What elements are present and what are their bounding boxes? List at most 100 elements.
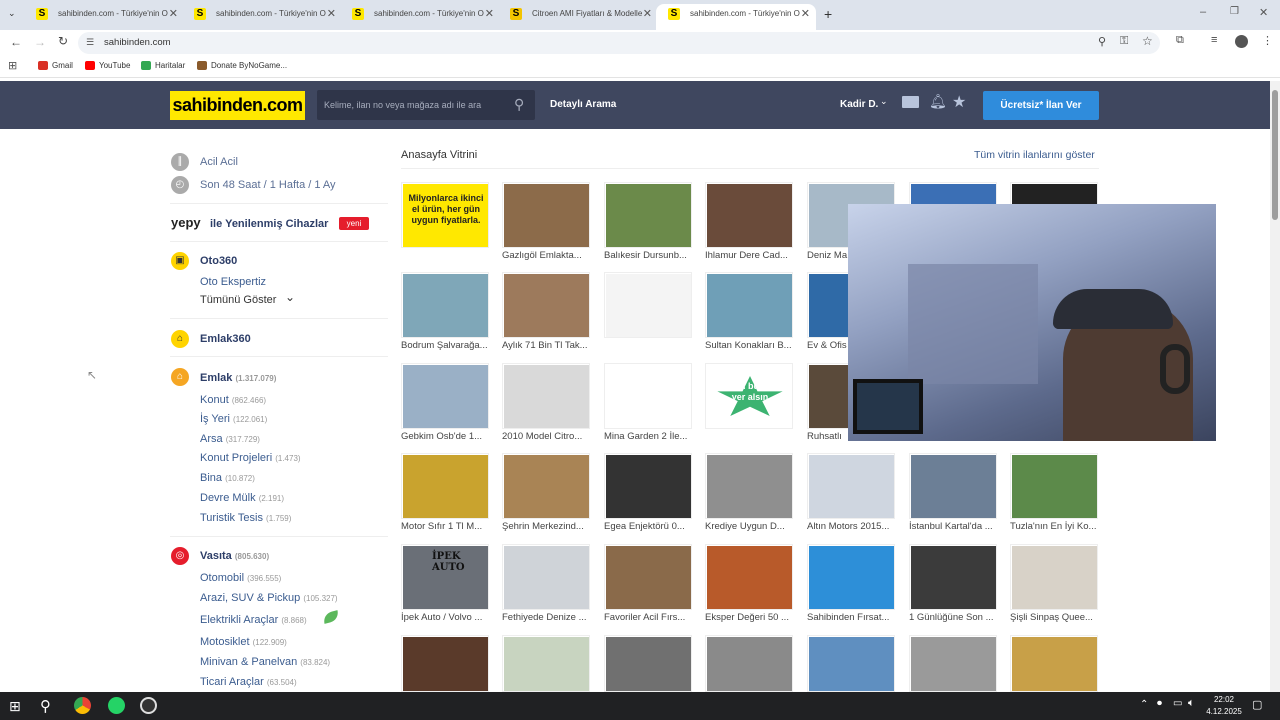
listing-caption[interactable]: Sahibinden Fırsat... [807, 612, 899, 624]
listing-caption[interactable]: Tuzla'nın En İyi Ko... [1010, 521, 1102, 533]
sidebar-item-isyeri[interactable]: İş Yeri (122.061) [200, 412, 267, 427]
listing-caption[interactable]: Şişli Sinpaş Quee... [1010, 612, 1102, 624]
sidebar-recent[interactable]: Son 48 Saat / 1 Hafta / 1 Ay [200, 178, 336, 192]
sidebar-oto360[interactable]: Oto360 [200, 254, 237, 268]
listing-thumbnail[interactable] [807, 453, 895, 519]
listing-caption[interactable]: Bodrum Şalvarağa... [401, 340, 493, 352]
category-vasita[interactable]: Vasıta (805.630) [200, 549, 269, 564]
bookmark-star-icon[interactable]: ☆ [1142, 34, 1153, 48]
browser-tab[interactable]: S sahibinden.com - Türkiye'nin O ✕ [182, 4, 342, 30]
listing-thumbnail[interactable] [502, 544, 590, 610]
listing-thumbnail[interactable] [401, 363, 489, 429]
listing-thumbnail[interactable] [1010, 544, 1098, 610]
close-icon[interactable]: ✕ [327, 4, 336, 24]
profile-avatar[interactable] [1235, 35, 1248, 48]
bookmark-gmail[interactable]: Gmail [38, 60, 73, 72]
listing-caption[interactable]: Ihlamur Dere Cad... [705, 250, 797, 262]
sidebar-item-arsa[interactable]: Arsa (317.729) [200, 432, 260, 447]
chevron-down-icon[interactable]: ⌄ [285, 290, 295, 304]
site-info-icon[interactable]: ☰ [86, 37, 94, 48]
listing-caption[interactable]: Mina Garden 2 İle... [604, 431, 696, 443]
listing-caption[interactable]: İstanbul Kartal'da ... [909, 521, 1001, 533]
apps-grid-icon[interactable]: ⊞ [8, 59, 17, 72]
sidebar-item-otomobil[interactable]: Otomobil (396.555) [200, 571, 281, 586]
menu-icon[interactable]: ⋮ [1262, 34, 1273, 47]
show-all-link[interactable]: Tümünü Göster [200, 293, 276, 307]
password-key-icon[interactable]: ⚿ [1120, 35, 1128, 48]
listing-thumbnail[interactable] [604, 635, 692, 692]
listing-caption[interactable]: Egea Enjektörü 0... [604, 521, 696, 533]
listing-caption[interactable]: Balıkesir Dursunb... [604, 250, 696, 262]
post-ad-button[interactable]: Ücretsiz* İlan Ver [983, 91, 1099, 120]
listing-thumbnail[interactable] [502, 182, 590, 248]
browser-tab[interactable]: S sahibinden.com - Türkiye'nin O ✕ [24, 4, 184, 30]
star-icon[interactable]: ★ [952, 92, 966, 112]
notification-icon[interactable]: ▢ [1252, 698, 1262, 711]
listing-caption[interactable]: 2010 Model Citro... [502, 431, 594, 443]
listing-caption[interactable]: Motor Sıfır 1 Tl M... [401, 521, 493, 533]
close-icon[interactable]: ✕ [485, 4, 494, 24]
listing-caption[interactable]: Fethiyede Denize ... [502, 612, 594, 624]
listing-thumbnail[interactable] [705, 544, 793, 610]
listing-thumbnail[interactable] [604, 363, 692, 429]
microphone-icon[interactable]: ⏺ [1157, 698, 1162, 709]
listing-thumbnail[interactable] [401, 453, 489, 519]
tab-list-icon[interactable]: ≡ [1211, 34, 1217, 46]
listing-thumbnail[interactable] [604, 272, 692, 338]
close-icon[interactable]: ✕ [801, 4, 810, 24]
chevron-down-icon[interactable]: ⌄ [880, 96, 888, 107]
tray-chevron-icon[interactable]: ⌃ [1140, 699, 1148, 710]
sidebar-item-devre-mulk[interactable]: Devre Mülk (2.191) [200, 491, 284, 506]
new-tab-icon[interactable]: + [824, 6, 832, 22]
sidebar-oto-ekspertiz[interactable]: Oto Ekspertiz [200, 275, 266, 289]
listing-caption[interactable]: Altın Motors 2015... [807, 521, 899, 533]
listing-thumbnail[interactable] [401, 635, 489, 692]
listing-caption[interactable]: Sultan Konakları B... [705, 340, 797, 352]
browser-tab[interactable]: S Citroen AMI Fiyatları & Modelle ✕ [498, 4, 658, 30]
sidebar-item-konut-projeleri[interactable]: Konut Projeleri (1.473) [200, 451, 301, 466]
vitrin-show-all-link[interactable]: Tüm vitrin ilanlarını göster [974, 149, 1095, 161]
tab-search-icon[interactable]: ⌄ [8, 8, 16, 19]
sidebar-item-arazi-suv[interactable]: Arazi, SUV & Pickup (105.327) [200, 591, 338, 606]
sidebar-item-elektrikli[interactable]: Elektrikli Araçlar (8.868) [200, 613, 307, 628]
search-icon[interactable]: ⚲ [514, 96, 524, 113]
listing-thumbnail[interactable] [502, 453, 590, 519]
browser-tab[interactable]: S sahibinden.com - Türkiye'nin O ✕ [340, 4, 500, 30]
listing-caption[interactable]: Şehrin Merkezind... [502, 521, 594, 533]
listing-thumbnail[interactable] [502, 635, 590, 692]
taskbar-date[interactable]: 4.12.2025 [1204, 707, 1244, 716]
sidebar-item-turistik-tesis[interactable]: Turistik Tesis (1.759) [200, 511, 291, 526]
listing-thumbnail[interactable] [604, 544, 692, 610]
site-logo[interactable]: sahibinden.com [170, 91, 305, 120]
listing-thumbnail[interactable] [705, 272, 793, 338]
listing-thumbnail[interactable] [401, 272, 489, 338]
listing-caption[interactable]: Favoriler Acil Fırs... [604, 612, 696, 624]
sidebar-item-bina[interactable]: Bina (10.872) [200, 471, 255, 486]
listing-thumbnail[interactable] [705, 453, 793, 519]
listing-thumbnail[interactable] [909, 453, 997, 519]
listing-thumbnail[interactable] [502, 363, 590, 429]
listing-caption[interactable]: Aylık 71 Bin Tl Tak... [502, 340, 594, 352]
network-icon[interactable]: ▭ [1173, 698, 1182, 709]
listing-caption[interactable]: İpek Auto / Volvo ... [401, 612, 493, 624]
search-icon[interactable]: ⚲ [40, 697, 51, 715]
back-icon[interactable]: ← [10, 35, 22, 49]
listing-thumbnail[interactable] [502, 272, 590, 338]
taskbar-time[interactable]: 22:02 [1212, 695, 1236, 704]
listing-thumbnail[interactable] [705, 635, 793, 692]
listing-thumbnail[interactable] [604, 453, 692, 519]
windows-start-icon[interactable]: ⊞ [9, 698, 21, 715]
sidebar-yepy[interactable]: ile Yenilenmiş Cihazlar [210, 217, 328, 231]
extensions-icon[interactable]: ⧉ [1176, 34, 1184, 47]
listing-caption[interactable]: Gebkim Osb'de 1... [401, 431, 493, 443]
detailed-search-link[interactable]: Detaylı Arama [550, 98, 616, 112]
browser-tab-active[interactable]: S sahibinden.com - Türkiye'nin O ✕ [656, 4, 816, 30]
forward-icon[interactable]: → [34, 35, 46, 49]
sidebar-item-motosiklet[interactable]: Motosiklet (122.909) [200, 635, 287, 650]
listing-caption[interactable]: Eksper Değeri 50 ... [705, 612, 797, 624]
bookmark-maps[interactable]: Haritalar [141, 60, 185, 72]
reload-icon[interactable]: ↻ [58, 34, 68, 48]
volume-icon[interactable]: 🔈︎ [1188, 697, 1195, 710]
listing-thumbnail[interactable] [807, 635, 895, 692]
search-input[interactable] [317, 90, 507, 120]
